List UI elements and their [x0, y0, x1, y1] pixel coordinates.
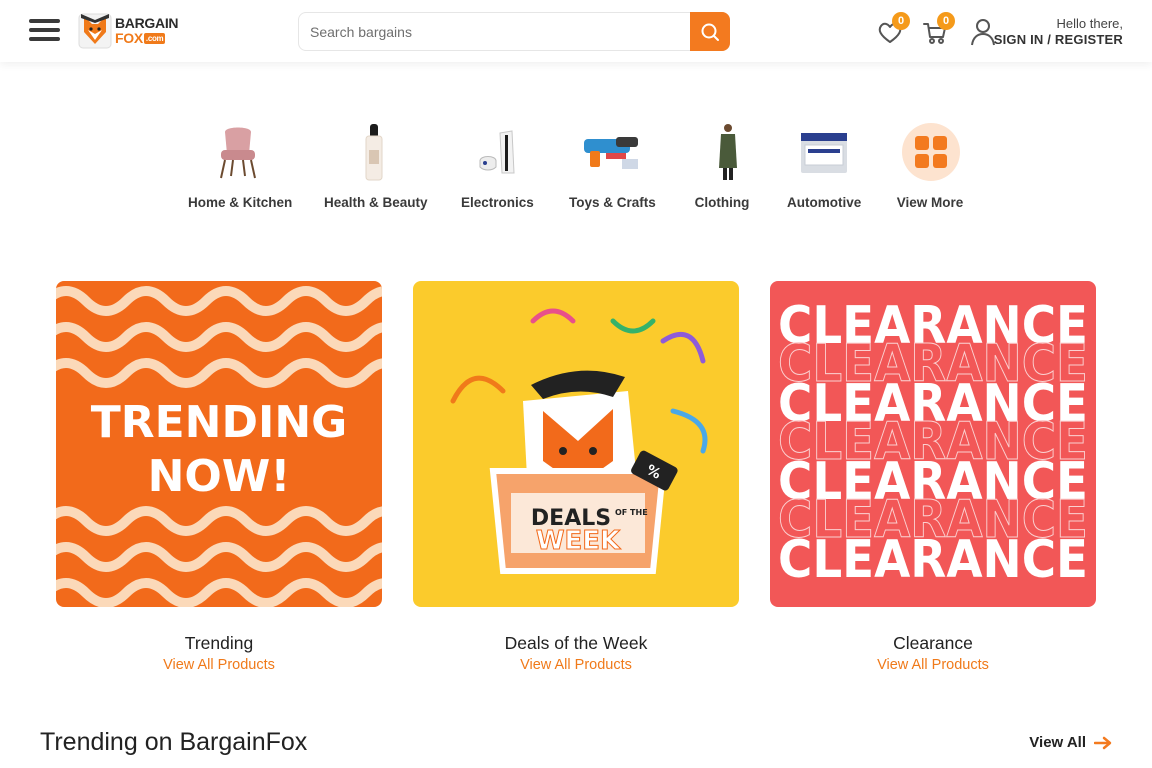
user-icon: [971, 19, 995, 46]
promo-card-clearance[interactable]: CLEARANCE CLEARANCE CLEARANCE CLEARANCE …: [770, 281, 1096, 607]
trending-banner-line1: TRENDING: [91, 397, 348, 448]
toy-blaster-icon: [577, 120, 647, 184]
category-label: Clothing: [694, 195, 750, 210]
search-input[interactable]: [299, 13, 691, 50]
clearance-banner-word-7: CLEARANCE: [778, 530, 1088, 590]
cart-button[interactable]: 0: [922, 12, 955, 46]
trending-view-all-link[interactable]: View All Products: [56, 657, 382, 673]
section-title-trending: Trending on BargainFox: [40, 728, 308, 756]
serum-bottle-icon: [339, 120, 409, 184]
category-label: Toys & Crafts: [569, 195, 656, 210]
game-console-icon: [462, 120, 532, 184]
category-automotive[interactable]: Automotive: [787, 120, 861, 210]
section-view-all-link[interactable]: View All: [1029, 734, 1112, 751]
cart-count-badge: 0: [937, 12, 955, 30]
category-label: Health & Beauty: [324, 195, 428, 210]
logo-text-suffix: .com: [143, 33, 166, 44]
category-health-beauty[interactable]: Health & Beauty: [324, 120, 428, 210]
promo-card-deals-of-the-week[interactable]: DEALS OF THE WEEK %: [413, 281, 739, 607]
category-label: Home & Kitchen: [188, 195, 293, 210]
arrow-right-icon: [1094, 736, 1112, 749]
search-icon: [701, 23, 719, 41]
category-home-kitchen[interactable]: Home & Kitchen: [188, 120, 293, 210]
greeting-text: Hello there,: [1056, 16, 1123, 31]
deals-view-all-link[interactable]: View All Products: [413, 657, 739, 673]
logo-text-fox-word: FOX: [115, 30, 143, 46]
promo-card-trending[interactable]: TRENDING NOW!: [56, 281, 382, 607]
wishlist-count-badge: 0: [892, 12, 910, 30]
coat-model-icon: [693, 120, 763, 184]
car-battery-icon: [789, 120, 859, 184]
clearance-view-all-link[interactable]: View All Products: [770, 657, 1096, 673]
trending-banner-line2: NOW!: [148, 451, 291, 502]
promo-title-deals: Deals of the Week: [504, 633, 648, 653]
category-label: View More: [896, 195, 964, 210]
category-toys-crafts[interactable]: Toys & Crafts: [569, 120, 656, 210]
deals-banner-line2: WEEK: [536, 526, 621, 556]
hamburger-menu-icon[interactable]: [29, 19, 60, 43]
promo-title-trending: Trending: [184, 633, 254, 653]
category-label: Automotive: [787, 195, 862, 210]
site-logo[interactable]: BARGAIN FOX .com: [78, 8, 179, 54]
logo-text-fox: FOX .com: [115, 30, 166, 46]
category-view-more[interactable]: View More: [896, 120, 964, 210]
account-button[interactable]: [970, 17, 996, 47]
category-electronics[interactable]: Electronics: [461, 120, 534, 210]
category-clothing[interactable]: Clothing: [693, 120, 751, 210]
armchair-icon: [203, 120, 273, 184]
logo-text-bargain: BARGAIN: [115, 15, 179, 31]
signin-register-link[interactable]: SIGN IN / REGISTER: [994, 32, 1123, 47]
search-bar: [298, 12, 730, 51]
view-all-label: View All: [1029, 734, 1086, 751]
fox-logo-icon: [78, 13, 112, 49]
deals-banner-line1-small: OF THE: [615, 508, 648, 517]
promo-title-clearance: Clearance: [893, 633, 973, 653]
clearance-banner-image: CLEARANCE CLEARANCE CLEARANCE CLEARANCE …: [770, 281, 1096, 607]
category-label: Electronics: [461, 195, 534, 210]
wishlist-button[interactable]: 0: [877, 12, 910, 46]
deals-banner-image: DEALS OF THE WEEK %: [413, 281, 739, 607]
grid-icon: [896, 120, 966, 184]
trending-banner-image: TRENDING NOW!: [56, 281, 382, 607]
search-button[interactable]: [690, 12, 730, 51]
site-header: BARGAIN FOX.com 0 0 Hello there, S: [0, 0, 1152, 62]
